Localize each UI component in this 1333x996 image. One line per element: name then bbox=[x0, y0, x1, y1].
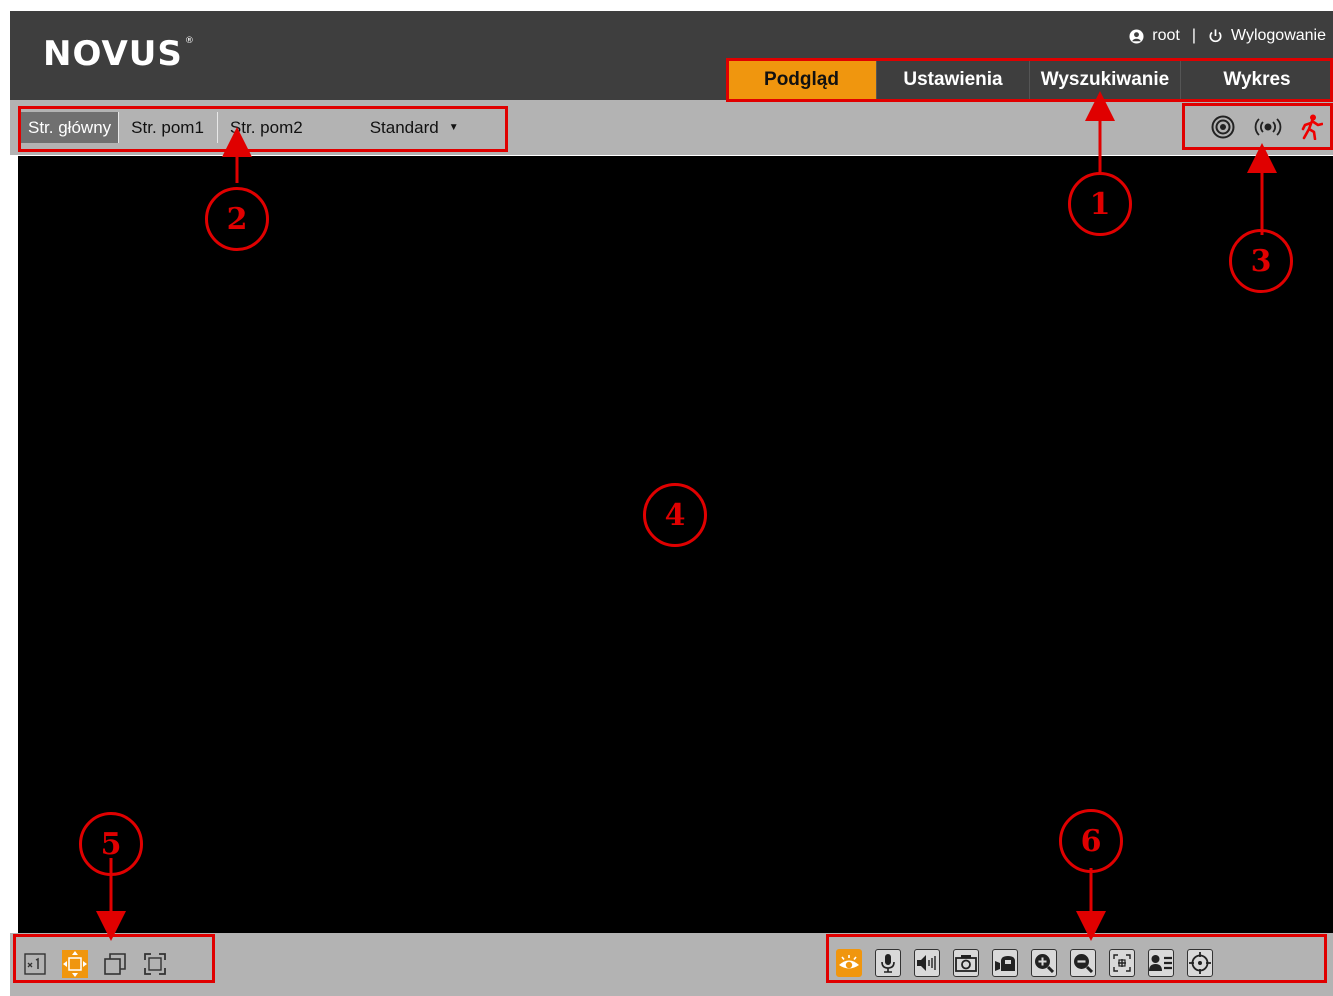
annotation-box-action-controls bbox=[826, 934, 1327, 983]
annotation-number: 6 bbox=[1059, 809, 1123, 873]
logout-link[interactable]: Wylogowanie bbox=[1231, 27, 1326, 45]
annotation-number: 1 bbox=[1068, 172, 1132, 236]
logo-registered-mark: ® bbox=[184, 36, 195, 46]
annotation-box-view-controls bbox=[13, 934, 215, 983]
annotation-box-main-nav bbox=[726, 58, 1333, 102]
logo-text: NOVUS bbox=[43, 34, 183, 74]
username[interactable]: root bbox=[1152, 27, 1180, 45]
header-separator: | bbox=[1191, 27, 1196, 44]
annotation-box-stream-tabs bbox=[18, 106, 508, 152]
annotation-number: 5 bbox=[79, 812, 143, 876]
user-area: root | Wylogowanie bbox=[1129, 27, 1326, 45]
power-icon[interactable] bbox=[1208, 28, 1223, 44]
annotation-number: 3 bbox=[1229, 229, 1293, 293]
annotation-box-status-icons bbox=[1182, 103, 1333, 150]
novus-logo: NOVUS ® bbox=[43, 34, 195, 74]
user-icon bbox=[1129, 28, 1144, 44]
annotation-number: 4 bbox=[643, 483, 707, 547]
annotation-number: 2 bbox=[205, 187, 269, 251]
